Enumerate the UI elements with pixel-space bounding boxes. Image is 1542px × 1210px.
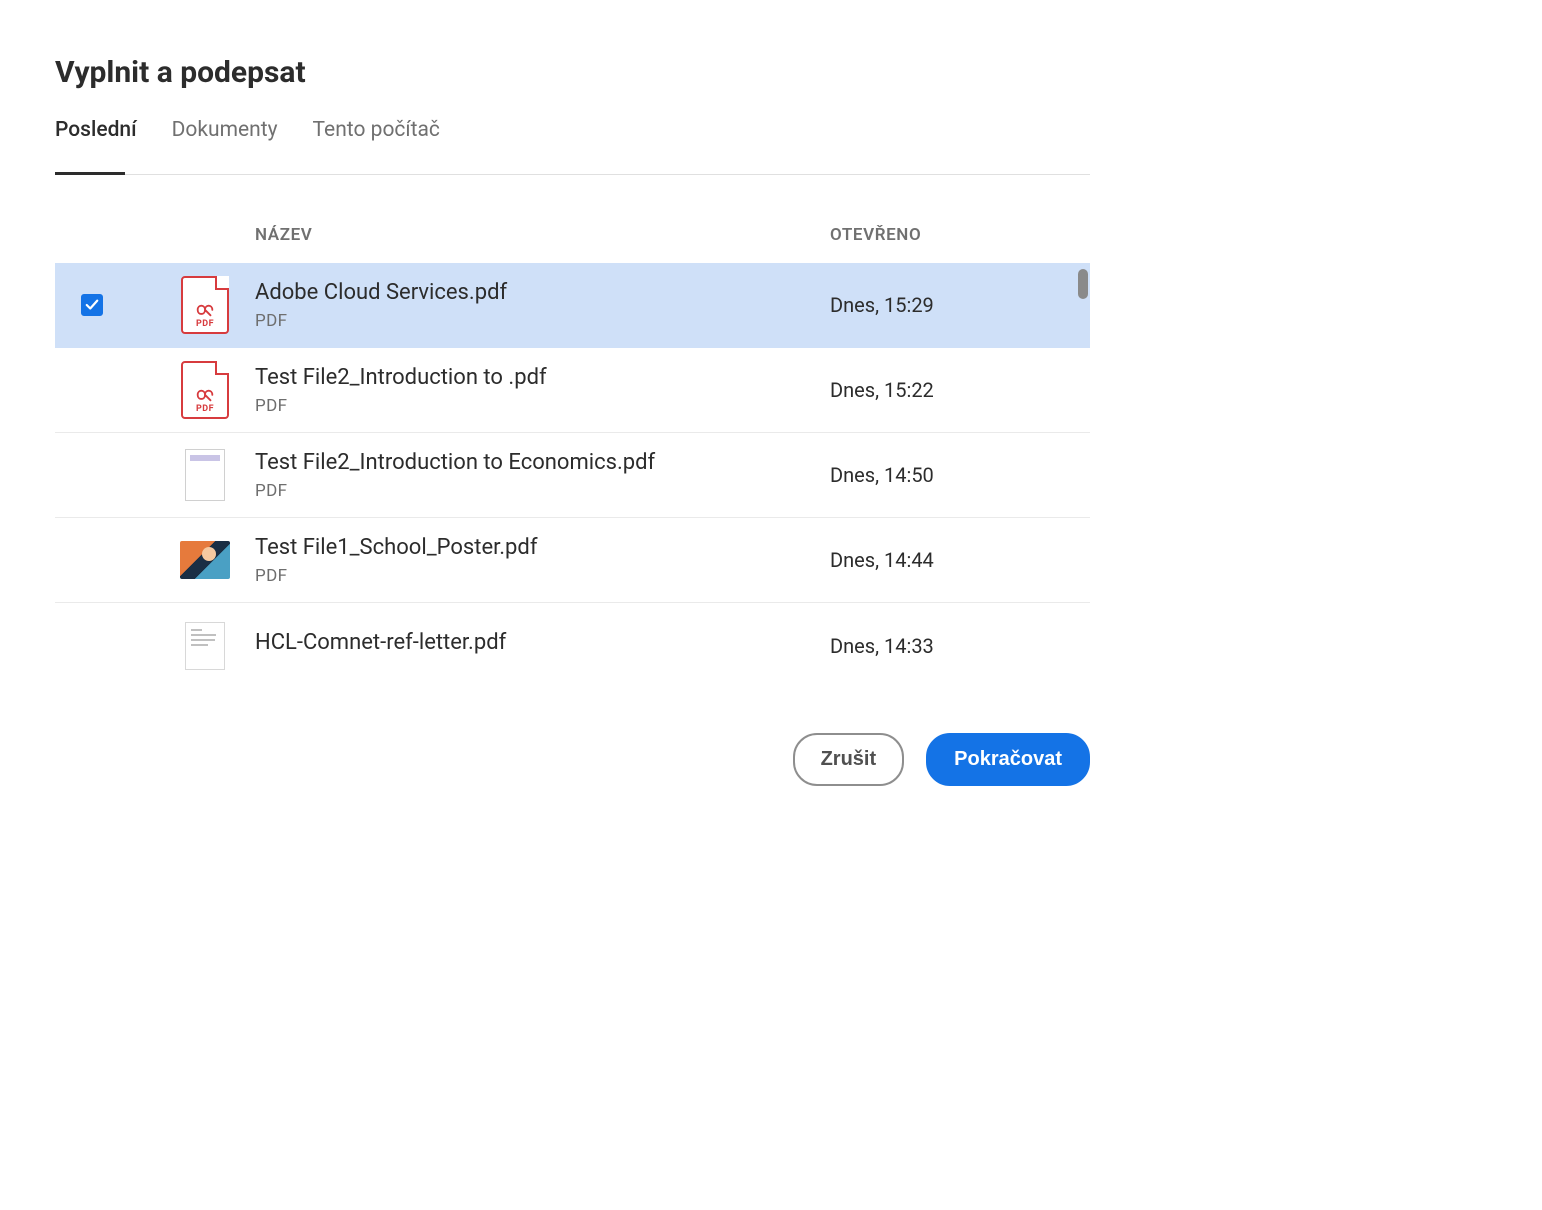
table-row[interactable]: PDF Adobe Cloud Services.pdf PDF Dnes, 1… — [55, 263, 1090, 348]
checkmark-icon — [85, 298, 99, 312]
table-header: NÁZEV OTEVŘENO — [55, 225, 1090, 263]
file-opened: Dnes, 15:22 — [830, 378, 1090, 402]
source-tabs: Poslední Dokumenty Tento počítač — [55, 118, 1090, 175]
table-row[interactable]: HCL-Comnet-ref-letter.pdf Dnes, 14:33 — [55, 603, 1090, 688]
table-row[interactable]: Test File2_Introduction to Economics.pdf… — [55, 433, 1090, 518]
document-thumbnail-icon — [185, 622, 225, 670]
document-thumbnail-icon — [185, 449, 225, 501]
pdf-badge-label: PDF — [196, 404, 214, 414]
column-header-name[interactable]: NÁZEV — [255, 225, 830, 245]
tab-recent[interactable]: Poslední — [55, 118, 137, 174]
image-thumbnail-icon — [180, 541, 230, 579]
cancel-button[interactable]: Zrušit — [793, 733, 905, 786]
pdf-file-icon: PDF — [181, 276, 229, 334]
file-opened: Dnes, 14:50 — [830, 463, 1090, 487]
page-title: Vyplnit a podepsat — [55, 55, 1090, 90]
pdf-file-icon: PDF — [181, 361, 229, 419]
file-opened: Dnes, 14:33 — [830, 634, 1090, 658]
file-name: Adobe Cloud Services.pdf — [255, 280, 810, 305]
column-header-opened[interactable]: OTEVŘENO — [830, 225, 1090, 245]
file-opened: Dnes, 14:44 — [830, 548, 1090, 572]
file-type: PDF — [255, 566, 810, 586]
file-type: PDF — [255, 481, 810, 501]
continue-button[interactable]: Pokračovat — [926, 733, 1090, 786]
file-name: HCL-Comnet-ref-letter.pdf — [255, 630, 810, 655]
file-type: PDF — [255, 311, 810, 331]
table-row[interactable]: Test File1_School_Poster.pdf PDF Dnes, 1… — [55, 518, 1090, 603]
file-name: Test File1_School_Poster.pdf — [255, 535, 810, 560]
scrollbar[interactable] — [1078, 269, 1088, 309]
tab-documents[interactable]: Dokumenty — [172, 118, 278, 174]
file-table: NÁZEV OTEVŘENO PDF — [55, 225, 1090, 688]
row-checkbox[interactable] — [81, 294, 103, 316]
table-row[interactable]: PDF Test File2_Introduction to .pdf PDF … — [55, 348, 1090, 433]
file-rows: PDF Adobe Cloud Services.pdf PDF Dnes, 1… — [55, 263, 1090, 688]
file-name: Test File2_Introduction to .pdf — [255, 365, 810, 390]
tab-this-computer[interactable]: Tento počítač — [313, 118, 440, 174]
scrollbar-thumb[interactable] — [1078, 269, 1088, 299]
dialog-footer: Zrušit Pokračovat — [55, 733, 1090, 786]
pdf-badge-label: PDF — [196, 319, 214, 329]
file-type: PDF — [255, 396, 810, 416]
file-name: Test File2_Introduction to Economics.pdf — [255, 450, 810, 475]
file-opened: Dnes, 15:29 — [830, 293, 1090, 317]
